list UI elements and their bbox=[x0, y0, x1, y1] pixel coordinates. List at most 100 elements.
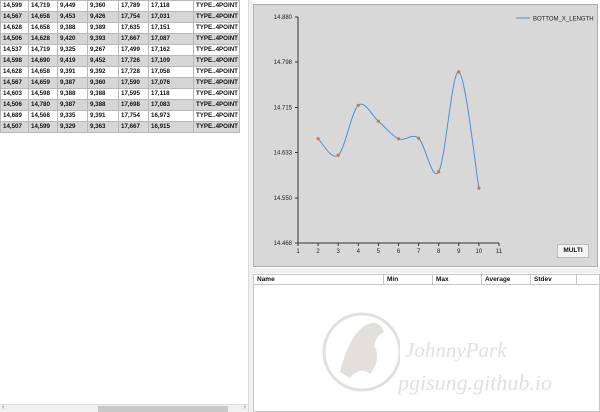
table-cell[interactable]: 14,506 bbox=[0, 99, 29, 111]
table-cell[interactable]: 14,567 bbox=[0, 11, 29, 23]
table-cell[interactable]: 14,659 bbox=[28, 77, 58, 89]
table-cell[interactable]: 9,329 bbox=[57, 121, 88, 133]
table-cell[interactable]: 17,076 bbox=[148, 77, 194, 89]
table-cell[interactable]: 9,387 bbox=[57, 99, 88, 111]
table-cell[interactable]: 9,419 bbox=[57, 55, 88, 67]
table-cell[interactable]: 17,058 bbox=[148, 66, 194, 78]
table-cell[interactable]: 14,628 bbox=[28, 33, 58, 45]
table-row[interactable]: 14,567 14,658 9,453 9,426 17,754 17,031 TYPE..… bbox=[0, 11, 240, 23]
table-row[interactable]: 14,506 14,780 9,387 9,388 17,698 17,083 TYPE..… bbox=[0, 99, 240, 111]
table-row[interactable]: 14,689 14,568 9,335 9,391 17,754 16,973 TYPE..… bbox=[0, 110, 240, 122]
table-row[interactable]: 14,537 14,719 9,325 9,267 17,499 17,162 TYPE..… bbox=[0, 44, 240, 56]
table-cell[interactable]: 14,658 bbox=[28, 22, 58, 34]
table-cell[interactable]: 9,360 bbox=[87, 77, 119, 89]
table-cell[interactable]: 9,388 bbox=[57, 88, 88, 100]
table-cell[interactable]: 14,599 bbox=[0, 0, 29, 12]
table-cell[interactable]: 9,267 bbox=[87, 44, 119, 56]
table-cell[interactable]: 17,698 bbox=[118, 99, 149, 111]
table-cell[interactable]: TYPE..4POINT bbox=[193, 77, 240, 89]
table-cell[interactable]: 9,452 bbox=[87, 55, 119, 67]
table-cell[interactable]: 9,388 bbox=[87, 99, 119, 111]
table-cell[interactable]: 14,658 bbox=[28, 11, 58, 23]
table-cell[interactable]: 17,162 bbox=[148, 44, 194, 56]
table-cell[interactable]: 17,109 bbox=[148, 55, 194, 67]
table-cell[interactable]: 17,499 bbox=[118, 44, 149, 56]
table-cell[interactable]: TYPE..4POINT bbox=[193, 66, 240, 78]
table-cell[interactable]: 9,388 bbox=[87, 88, 119, 100]
table-cell[interactable]: 14,603 bbox=[0, 88, 29, 100]
table-cell[interactable]: 14,689 bbox=[0, 110, 29, 122]
table-row[interactable]: 14,628 14,658 9,391 9,392 17,728 17,058 TYPE..… bbox=[0, 66, 240, 78]
table-cell[interactable]: 17,031 bbox=[148, 11, 194, 23]
column-header-max[interactable]: Max bbox=[433, 275, 482, 284]
table-cell[interactable]: 17,667 bbox=[118, 121, 149, 133]
table-cell[interactable]: 14,506 bbox=[0, 33, 29, 45]
table-row[interactable]: 14,567 14,659 9,387 9,360 17,590 17,076 TYPE..… bbox=[0, 77, 240, 89]
table-cell[interactable]: 17,087 bbox=[148, 33, 194, 45]
table-cell[interactable]: 9,387 bbox=[57, 77, 88, 89]
scrollbar-thumb[interactable] bbox=[98, 406, 228, 412]
table-cell[interactable]: 14,780 bbox=[28, 99, 58, 111]
table-cell[interactable]: 14,599 bbox=[28, 121, 58, 133]
table-cell[interactable]: 9,449 bbox=[57, 0, 88, 12]
table-row[interactable]: 14,506 14,628 9,420 9,393 17,667 17,087 TYPE..… bbox=[0, 33, 240, 45]
table-cell[interactable]: 17,754 bbox=[118, 110, 149, 122]
table-cell[interactable]: 17,635 bbox=[118, 22, 149, 34]
table-cell[interactable]: 14,568 bbox=[28, 110, 58, 122]
table-cell[interactable]: 17,118 bbox=[148, 0, 194, 12]
table-cell[interactable]: 17,595 bbox=[118, 88, 149, 100]
table-cell[interactable]: 14,567 bbox=[0, 77, 29, 89]
column-header-average[interactable]: Average bbox=[482, 275, 531, 284]
table-cell[interactable]: TYPE..4POINT bbox=[193, 88, 240, 100]
table-cell[interactable]: TYPE..4POINT bbox=[193, 0, 240, 12]
table-cell[interactable]: 17,726 bbox=[118, 55, 149, 67]
table-cell[interactable]: TYPE..4POINT bbox=[193, 22, 240, 34]
table-cell[interactable]: TYPE..4POINT bbox=[193, 55, 240, 67]
table-cell[interactable]: 9,426 bbox=[87, 11, 119, 23]
table-cell[interactable]: 17,083 bbox=[148, 99, 194, 111]
table-cell[interactable]: 14,658 bbox=[28, 66, 58, 78]
table-cell[interactable]: 14,719 bbox=[28, 0, 58, 12]
table-cell[interactable]: TYPE..4POINT bbox=[193, 121, 240, 133]
table-cell[interactable]: TYPE..4POINT bbox=[193, 110, 240, 122]
table-cell[interactable]: 17,728 bbox=[118, 66, 149, 78]
horizontal-scrollbar[interactable]: ‹ › bbox=[0, 404, 248, 412]
table-cell[interactable]: 14,537 bbox=[0, 44, 29, 56]
table-cell[interactable]: 14,719 bbox=[28, 44, 58, 56]
table-cell[interactable]: 9,391 bbox=[57, 66, 88, 78]
table-row[interactable]: 14,598 14,690 9,419 9,452 17,726 17,109 TYPE..… bbox=[0, 55, 240, 67]
column-header-min[interactable]: Min bbox=[384, 275, 433, 284]
table-cell[interactable]: 14,628 bbox=[0, 66, 29, 78]
table-row[interactable]: 14,603 14,598 9,388 9,388 17,595 17,118 TYPE..… bbox=[0, 88, 240, 100]
table-cell[interactable]: 17,590 bbox=[118, 77, 149, 89]
table-cell[interactable]: 14,628 bbox=[0, 22, 29, 34]
table-cell[interactable]: TYPE..4POINT bbox=[193, 44, 240, 56]
table-cell[interactable]: 9,389 bbox=[87, 22, 119, 34]
table-cell[interactable]: 9,392 bbox=[87, 66, 119, 78]
multi-button[interactable]: MULTI bbox=[557, 244, 589, 258]
table-cell[interactable]: 17,754 bbox=[118, 11, 149, 23]
table-cell[interactable]: 9,388 bbox=[57, 22, 88, 34]
table-row[interactable]: 14,507 14,599 9,329 9,363 17,667 16,915 TYPE..… bbox=[0, 121, 240, 133]
table-cell[interactable]: 14,507 bbox=[0, 121, 29, 133]
table-cell[interactable]: 9,360 bbox=[87, 0, 119, 12]
table-cell[interactable]: 14,598 bbox=[28, 88, 58, 100]
table-cell[interactable]: 17,667 bbox=[118, 33, 149, 45]
table-cell[interactable]: 17,151 bbox=[148, 22, 194, 34]
horizontal-splitter[interactable] bbox=[253, 268, 600, 273]
column-header-name[interactable]: Name bbox=[254, 275, 384, 284]
scroll-right-icon[interactable]: › bbox=[244, 404, 246, 411]
table-cell[interactable]: 14,598 bbox=[0, 55, 29, 67]
table-cell[interactable]: 9,420 bbox=[57, 33, 88, 45]
table-cell[interactable]: 9,391 bbox=[87, 110, 119, 122]
table-cell[interactable]: 9,325 bbox=[57, 44, 88, 56]
table-cell[interactable]: 14,690 bbox=[28, 55, 58, 67]
column-header-stdev[interactable]: Stdev bbox=[531, 275, 577, 284]
table-cell[interactable]: 16,915 bbox=[148, 121, 194, 133]
table-cell[interactable]: TYPE..4POINT bbox=[193, 11, 240, 23]
table-cell[interactable]: 9,393 bbox=[87, 33, 119, 45]
table-cell[interactable]: 17,118 bbox=[148, 88, 194, 100]
table-cell[interactable]: 9,453 bbox=[57, 11, 88, 23]
table-row[interactable]: 14,599 14,719 9,449 9,360 17,789 17,118 TYPE..… bbox=[0, 0, 240, 12]
table-cell[interactable]: 17,789 bbox=[118, 0, 149, 12]
